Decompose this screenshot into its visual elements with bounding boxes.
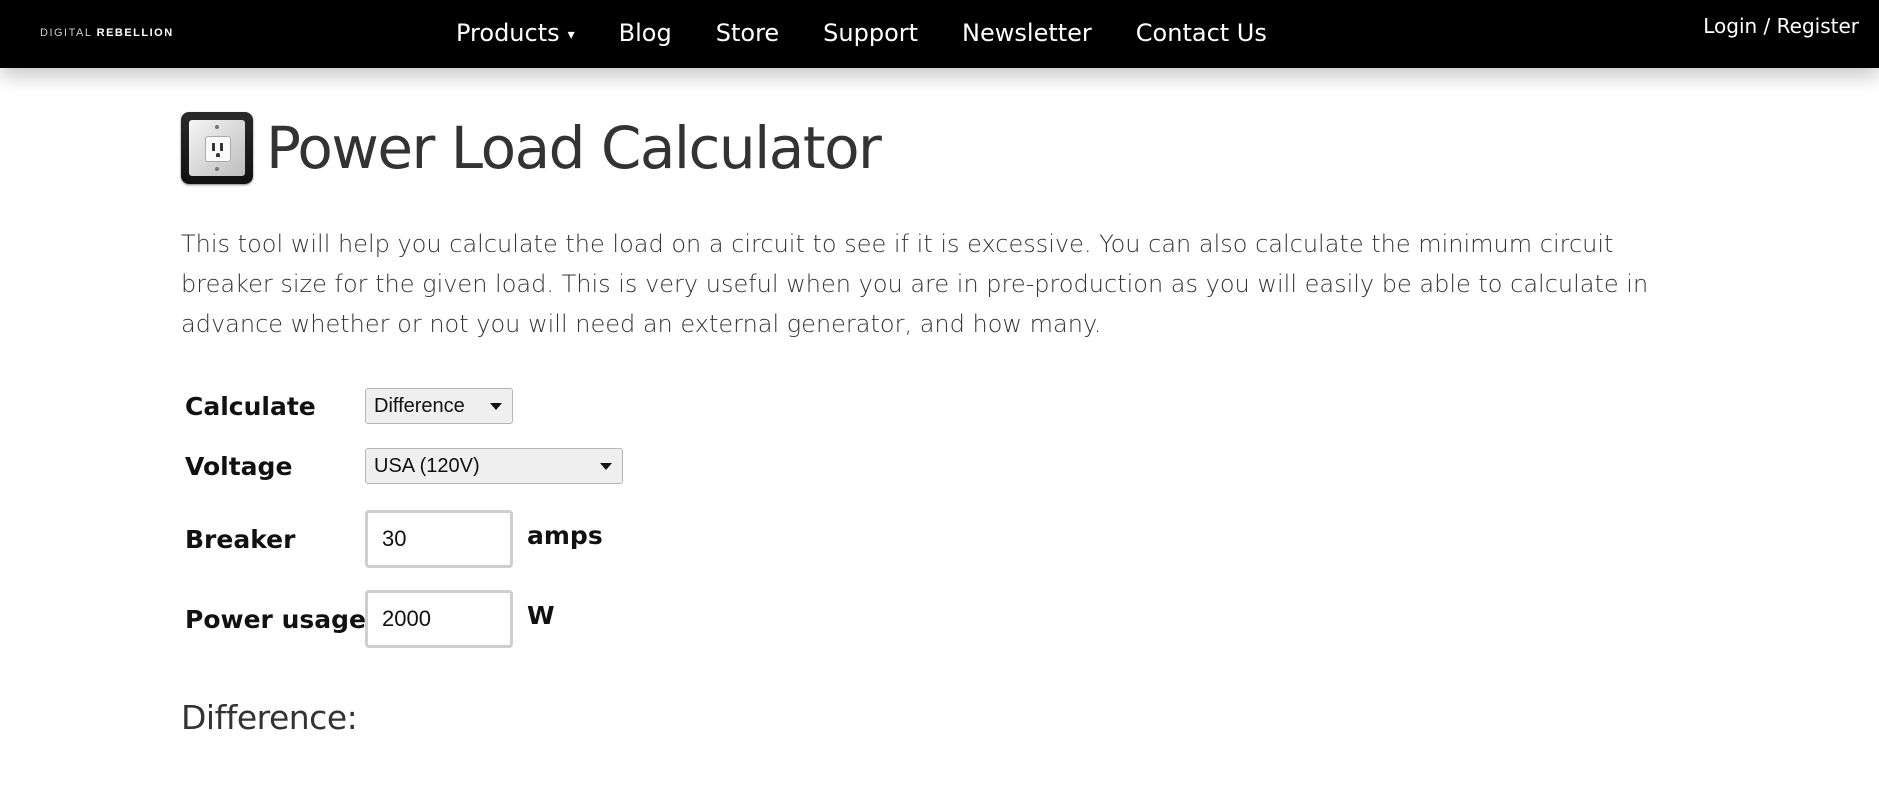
calculate-select[interactable]: Difference xyxy=(365,388,513,424)
top-navbar: DIGITAL REBELLION Products ▾ Blog Store S… xyxy=(0,0,1879,68)
voltage-select[interactable]: USA (120V) xyxy=(365,448,623,484)
result-label: Difference: xyxy=(181,698,358,737)
slot xyxy=(212,143,215,151)
outlet-plate xyxy=(189,120,245,176)
logo-text-light: DIGITAL xyxy=(40,27,93,39)
power-outlet-icon xyxy=(181,112,253,184)
nav-item-newsletter[interactable]: Newsletter xyxy=(962,16,1092,52)
power-usage-input[interactable]: 2000 xyxy=(365,590,513,648)
breaker-row: Breaker 30 amps xyxy=(185,510,603,568)
voltage-label: Voltage xyxy=(185,451,293,481)
breaker-unit: amps xyxy=(527,520,603,550)
power-usage-unit: W xyxy=(527,600,555,630)
calculate-row: Calculate Difference xyxy=(185,388,513,424)
nav-item-contact-us[interactable]: Contact Us xyxy=(1136,16,1267,52)
title-row: Power Load Calculator xyxy=(181,110,1711,186)
nav-item-blog[interactable]: Blog xyxy=(619,16,672,52)
voltage-row: Voltage USA (120V) xyxy=(185,448,623,484)
login-register-link[interactable]: Login / Register xyxy=(1703,14,1859,38)
site-logo[interactable]: DIGITAL REBELLION xyxy=(40,27,174,39)
nav-item-store[interactable]: Store xyxy=(716,16,779,52)
logo-text-bold: REBELLION xyxy=(96,27,174,39)
screw-icon xyxy=(215,125,219,129)
socket-icon xyxy=(205,136,231,162)
dropdown-arrow-icon xyxy=(600,462,612,470)
nav-item-label: Products xyxy=(456,19,560,47)
main-content: Power Load Calculator This tool will hel… xyxy=(181,110,1711,737)
power-usage-label: Power usage xyxy=(185,604,366,634)
ground-hole xyxy=(216,153,220,157)
calculate-selected-value: Difference xyxy=(374,394,465,417)
main-nav: Products ▾ Blog Store Support Newsletter … xyxy=(456,16,1311,52)
breaker-input[interactable]: 30 xyxy=(365,510,513,568)
nav-item-support[interactable]: Support xyxy=(823,16,918,52)
calculate-label: Calculate xyxy=(185,391,316,421)
screw-icon xyxy=(215,167,219,171)
intro-paragraph: This tool will help you calculate the lo… xyxy=(181,230,1649,338)
page-title: Power Load Calculator xyxy=(266,114,882,182)
voltage-selected-value: USA (120V) xyxy=(374,454,480,477)
chevron-down-icon: ▾ xyxy=(567,27,575,43)
nav-item-products[interactable]: Products ▾ xyxy=(456,16,575,52)
power-usage-row: Power usage 2000 W xyxy=(185,590,555,648)
slot xyxy=(220,143,223,151)
breaker-label: Breaker xyxy=(185,524,296,554)
dropdown-arrow-icon xyxy=(490,402,502,410)
